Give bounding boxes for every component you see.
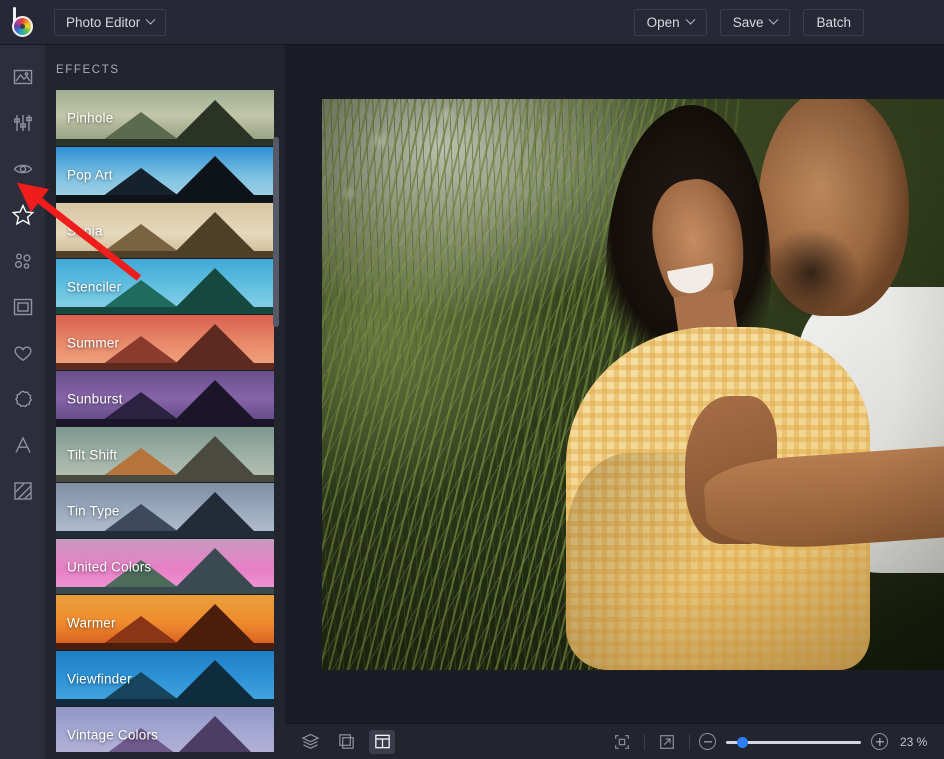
sidebar-item-overlays[interactable] [9,339,37,367]
sidebar-item-frames[interactable] [9,293,37,321]
effect-label: Warmer [67,615,116,630]
fit-to-screen-icon [613,733,631,751]
sidebar-item-image[interactable] [9,63,37,91]
thumbnail-ridge [56,139,274,146]
image-icon [12,66,34,88]
effect-item[interactable]: Pop Art [56,146,274,202]
dots-icon [12,250,34,272]
app-mode-menu[interactable]: Photo Editor [54,9,166,36]
effect-label: Pop Art [67,167,113,182]
effect-item[interactable]: Warmer [56,594,274,650]
bottom-bar: 23 % [285,723,944,759]
effect-item[interactable]: Vintage Colors [56,706,274,752]
crop-button[interactable] [333,730,359,754]
photo-editor-app: Photo Editor Open Save Batch [0,0,944,759]
effect-label: Stenciler [67,279,121,294]
zoom-out-button[interactable] [699,733,716,750]
sidebar-item-textures[interactable] [9,477,37,505]
chevron-down-icon [769,14,779,24]
photo-vignette [322,99,944,670]
layers-icon [301,732,320,751]
zoom-in-button[interactable] [871,733,888,750]
chevron-down-icon [146,14,156,24]
effect-item[interactable]: Tilt Shift [56,426,274,482]
effect-item[interactable]: Sepia [56,202,274,258]
effect-item[interactable]: Sunburst [56,370,274,426]
star-icon [11,203,35,227]
scrollbar-thumb[interactable] [273,137,279,327]
crop-icon [337,732,356,751]
heart-icon [12,342,34,364]
sidebar-item-touchup[interactable] [9,155,37,183]
open-button[interactable]: Open [634,9,707,36]
effect-label: United Colors [67,559,151,574]
effect-item[interactable]: Tin Type [56,482,274,538]
effect-item[interactable]: Stenciler [56,258,274,314]
badge-icon [12,388,34,410]
effect-item[interactable]: United Colors [56,538,274,594]
effects-list[interactable]: Pinhole Pop Art Sepia Stenciler Summer Sunbur… [45,90,285,752]
effect-item[interactable]: Summer [56,314,274,370]
batch-button[interactable]: Batch [803,9,864,36]
save-button-label: Save [733,15,764,30]
save-button[interactable]: Save [720,9,791,36]
divider [689,734,690,750]
fullscreen-button[interactable] [654,730,680,754]
panels-toggle-button[interactable] [369,730,395,754]
bottom-bar-right: 23 % [609,730,944,754]
panels-icon [373,732,392,751]
sidebar-item-edit[interactable] [9,109,37,137]
text-a-icon [12,434,34,456]
sidebar-item-text[interactable] [9,431,37,459]
effect-item[interactable]: Pinhole [56,90,274,146]
effect-label: Sepia [67,223,103,238]
effect-label: Vintage Colors [67,727,158,742]
top-bar-actions: Open Save Batch [634,9,944,36]
texture-icon [12,480,34,502]
effect-item[interactable]: Viewfinder [56,650,274,706]
top-bar: Photo Editor Open Save Batch [0,0,944,45]
effect-label: Sunburst [67,391,123,406]
zoom-slider[interactable] [726,734,861,750]
sidebar-item-graphics[interactable] [9,385,37,413]
open-button-label: Open [647,15,680,30]
layers-button[interactable] [297,730,323,754]
zoom-slider-handle[interactable] [737,737,748,748]
sidebar-item-effects[interactable] [9,201,37,229]
befunky-logo[interactable] [0,0,45,45]
expand-arrow-icon [658,733,676,751]
fit-to-screen-button[interactable] [609,730,635,754]
sliders-icon [12,112,34,134]
bottom-bar-left [285,730,395,754]
sidebar-item-artsy[interactable] [9,247,37,275]
canvas-area[interactable] [285,45,944,723]
eye-icon [12,158,34,180]
effect-label: Pinhole [67,111,113,126]
effect-label: Tin Type [67,503,120,518]
app-mode-label: Photo Editor [66,15,140,30]
effects-panel: EFFECTS Pinhole Pop Art Sepia Stenciler Summ… [45,45,285,759]
frame-icon [12,296,34,318]
batch-button-label: Batch [816,15,851,30]
effect-label: Tilt Shift [67,447,117,462]
zoom-level-label: 23 % [900,735,934,749]
panel-title: EFFECTS [45,45,285,90]
logo-color-wheel [12,16,33,37]
chevron-down-icon [685,14,695,24]
effect-label: Viewfinder [67,671,132,686]
photo-canvas[interactable] [322,99,944,670]
divider [644,734,645,750]
effects-scrollbar[interactable] [273,45,279,707]
effect-label: Summer [67,335,119,350]
tool-rail [0,45,45,759]
